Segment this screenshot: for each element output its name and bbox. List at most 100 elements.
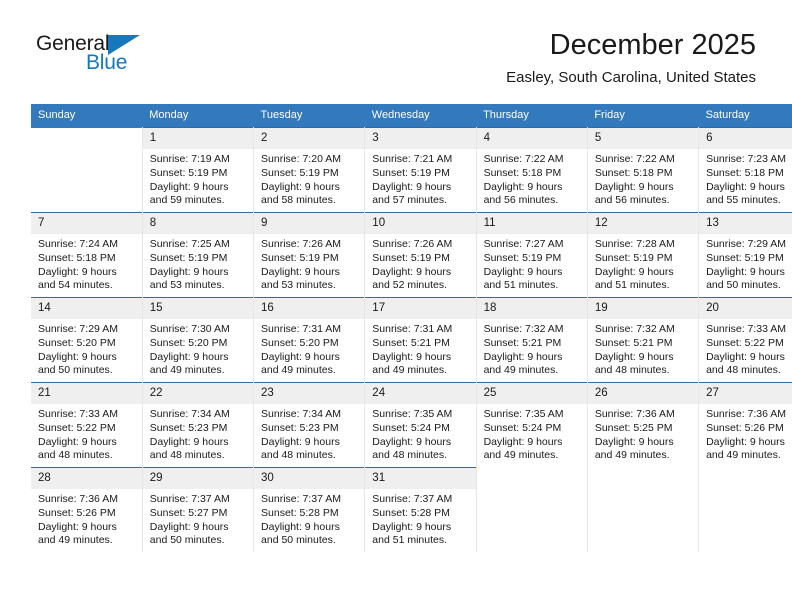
calendar-day-cell-empty <box>31 127 143 213</box>
day-daylight1-text: Daylight: 9 hours <box>38 520 117 533</box>
calendar-day-cell[interactable]: 7 Sunrise: 7:24 AM Sunset: 5:18 PM Daylight… <box>31 212 143 298</box>
day-details: Sunrise: 7:30 AM Sunset: 5:20 PM Daylight:… <box>143 319 253 378</box>
calendar-day-cell[interactable]: 8 Sunrise: 7:25 AM Sunset: 5:19 PM Daylight… <box>142 212 255 298</box>
day-daylight2-text: and 52 minutes. <box>372 279 448 292</box>
day-number: 31 <box>365 468 476 489</box>
day-daylight1-text: Daylight: 9 hours <box>149 265 229 278</box>
calendar-day-cell[interactable]: 26 Sunrise: 7:36 AM Sunset: 5:25 PM Dayligh… <box>587 382 700 468</box>
general-blue-logo[interactable]: General Blue <box>36 32 176 80</box>
calendar-day-cell[interactable]: 27 Sunrise: 7:36 AM Sunset: 5:26 PM Dayligh… <box>698 382 792 468</box>
day-sunset-text: Sunset: 5:18 PM <box>594 166 673 179</box>
day-number: 8 <box>142 213 254 234</box>
calendar-day-cell[interactable]: 6 Sunrise: 7:23 AM Sunset: 5:18 PM Daylight… <box>698 127 792 213</box>
day-daylight1-text: Daylight: 9 hours <box>261 265 340 278</box>
calendar-day-cell[interactable]: 5 Sunrise: 7:22 AM Sunset: 5:18 PM Daylight… <box>587 127 700 213</box>
day-daylight1-text: Daylight: 9 hours <box>706 180 785 193</box>
day-number: 22 <box>142 383 254 404</box>
day-sunrise-text: Sunrise: 7:34 AM <box>261 408 341 420</box>
weekday-header-tuesday: Tuesday <box>253 104 365 128</box>
day-number: 30 <box>254 468 365 489</box>
calendar-day-cell[interactable]: 19 Sunrise: 7:32 AM Sunset: 5:21 PM Dayligh… <box>587 297 700 383</box>
day-sunset-text: Sunset: 5:26 PM <box>706 421 784 434</box>
calendar-day-cell[interactable]: 14 Sunrise: 7:29 AM Sunset: 5:20 PM Dayligh… <box>31 297 143 383</box>
day-details: Sunrise: 7:33 AM Sunset: 5:22 PM Daylight:… <box>31 404 142 463</box>
day-sunset-text: Sunset: 5:28 PM <box>261 506 339 519</box>
day-sunrise-text: Sunrise: 7:30 AM <box>149 323 230 335</box>
calendar-day-cell[interactable]: 29 Sunrise: 7:37 AM Sunset: 5:27 PM Dayligh… <box>142 467 255 552</box>
calendar-day-cell[interactable]: 23 Sunrise: 7:34 AM Sunset: 5:23 PM Dayligh… <box>253 382 366 468</box>
day-sunrise-text: Sunrise: 7:22 AM <box>594 153 675 165</box>
day-daylight1-text: Daylight: 9 hours <box>261 435 340 448</box>
calendar-day-cell[interactable]: 2 Sunrise: 7:20 AM Sunset: 5:19 PM Daylight… <box>253 127 366 213</box>
calendar-day-cell[interactable]: 9 Sunrise: 7:26 AM Sunset: 5:19 PM Daylight… <box>253 212 366 298</box>
calendar-day-cell[interactable]: 4 Sunrise: 7:22 AM Sunset: 5:18 PM Daylight… <box>476 127 588 213</box>
day-number: 13 <box>699 213 792 234</box>
day-number: 19 <box>587 298 699 319</box>
calendar-day-cell[interactable]: 31 Sunrise: 7:37 AM Sunset: 5:28 PM Dayligh… <box>364 467 477 552</box>
page-title: December 2025 <box>549 29 756 61</box>
day-sunset-text: Sunset: 5:23 PM <box>261 421 339 434</box>
day-details: Sunrise: 7:37 AM Sunset: 5:27 PM Daylight:… <box>143 489 253 548</box>
calendar-day-cell[interactable]: 3 Sunrise: 7:21 AM Sunset: 5:19 PM Daylight… <box>364 127 477 213</box>
calendar-day-cell[interactable]: 25 Sunrise: 7:35 AM Sunset: 5:24 PM Dayligh… <box>476 382 588 468</box>
day-sunset-text: Sunset: 5:20 PM <box>261 336 339 349</box>
day-details: Sunrise: 7:35 AM Sunset: 5:24 PM Daylight:… <box>477 404 587 463</box>
calendar-day-cell[interactable]: 22 Sunrise: 7:34 AM Sunset: 5:23 PM Dayligh… <box>142 382 255 468</box>
calendar-day-cell[interactable]: 20 Sunrise: 7:33 AM Sunset: 5:22 PM Dayligh… <box>698 297 792 383</box>
day-daylight2-text: and 48 minutes. <box>594 364 670 377</box>
calendar-day-cell[interactable]: 30 Sunrise: 7:37 AM Sunset: 5:28 PM Dayligh… <box>253 467 366 552</box>
calendar-day-cell[interactable]: 12 Sunrise: 7:28 AM Sunset: 5:19 PM Dayligh… <box>587 212 700 298</box>
day-details: Sunrise: 7:36 AM Sunset: 5:25 PM Daylight:… <box>588 404 698 463</box>
day-details: Sunrise: 7:26 AM Sunset: 5:19 PM Daylight:… <box>365 234 475 293</box>
day-cell-content: 22 Sunrise: 7:34 AM Sunset: 5:23 PM Dayligh… <box>142 383 254 467</box>
day-sunset-text: Sunset: 5:19 PM <box>372 251 450 264</box>
day-sunset-text: Sunset: 5:18 PM <box>706 166 784 179</box>
day-daylight2-text: and 50 minutes. <box>261 534 336 547</box>
calendar-day-cell[interactable]: 28 Sunrise: 7:36 AM Sunset: 5:26 PM Dayligh… <box>31 467 143 552</box>
calendar-day-cell[interactable]: 18 Sunrise: 7:32 AM Sunset: 5:21 PM Dayligh… <box>476 297 588 383</box>
day-sunrise-text: Sunrise: 7:19 AM <box>149 153 230 165</box>
weekday-header-row: Sunday Monday Tuesday Wednesday Thursday… <box>31 104 792 128</box>
day-number: 26 <box>587 383 699 404</box>
day-sunset-text: Sunset: 5:24 PM <box>483 421 562 434</box>
day-number: 1 <box>142 128 254 149</box>
day-sunset-text: Sunset: 5:21 PM <box>372 336 450 349</box>
calendar-day-cell[interactable]: 11 Sunrise: 7:27 AM Sunset: 5:19 PM Dayligh… <box>476 212 588 298</box>
logo-text-blue: Blue <box>86 51 128 74</box>
day-daylight1-text: Daylight: 9 hours <box>149 350 229 363</box>
calendar-day-cell[interactable]: 17 Sunrise: 7:31 AM Sunset: 5:21 PM Dayligh… <box>364 297 477 383</box>
day-cell-content: 31 Sunrise: 7:37 AM Sunset: 5:28 PM Dayligh… <box>365 468 476 552</box>
day-sunset-text: Sunset: 5:18 PM <box>38 251 116 264</box>
day-details <box>31 134 142 138</box>
calendar-day-cell[interactable]: 16 Sunrise: 7:31 AM Sunset: 5:20 PM Dayligh… <box>253 297 366 383</box>
day-daylight1-text: Daylight: 9 hours <box>149 520 229 533</box>
calendar-day-cell[interactable]: 21 Sunrise: 7:33 AM Sunset: 5:22 PM Dayligh… <box>31 382 143 468</box>
calendar-day-cell[interactable]: 24 Sunrise: 7:35 AM Sunset: 5:24 PM Dayligh… <box>364 382 477 468</box>
day-sunrise-text: Sunrise: 7:31 AM <box>372 323 453 335</box>
day-daylight2-text: and 49 minutes. <box>483 364 559 377</box>
day-cell-content: 18 Sunrise: 7:32 AM Sunset: 5:21 PM Dayligh… <box>476 298 587 382</box>
day-daylight2-text: and 53 minutes. <box>149 279 225 292</box>
day-number: 29 <box>142 468 254 489</box>
calendar-day-cell[interactable]: 15 Sunrise: 7:30 AM Sunset: 5:20 PM Dayligh… <box>142 297 255 383</box>
calendar-day-cell[interactable]: 1 Sunrise: 7:19 AM Sunset: 5:19 PM Daylight… <box>142 127 255 213</box>
calendar-day-cell-empty <box>476 467 588 552</box>
day-details: Sunrise: 7:29 AM Sunset: 5:20 PM Daylight:… <box>31 319 142 378</box>
day-sunset-text: Sunset: 5:18 PM <box>483 166 562 179</box>
calendar-day-cell[interactable]: 10 Sunrise: 7:26 AM Sunset: 5:19 PM Dayligh… <box>364 212 477 298</box>
day-daylight2-text: and 57 minutes. <box>372 194 448 207</box>
day-daylight2-text: and 48 minutes. <box>261 449 336 462</box>
day-daylight1-text: Daylight: 9 hours <box>594 350 674 363</box>
day-daylight1-text: Daylight: 9 hours <box>38 265 117 278</box>
day-daylight1-text: Daylight: 9 hours <box>372 180 452 193</box>
calendar-day-cell[interactable]: 13 Sunrise: 7:29 AM Sunset: 5:19 PM Dayligh… <box>698 212 792 298</box>
day-daylight1-text: Daylight: 9 hours <box>38 435 117 448</box>
day-sunset-text: Sunset: 5:20 PM <box>38 336 116 349</box>
day-details: Sunrise: 7:35 AM Sunset: 5:24 PM Daylight:… <box>365 404 475 463</box>
day-daylight1-text: Daylight: 9 hours <box>149 180 229 193</box>
day-sunset-text: Sunset: 5:26 PM <box>38 506 116 519</box>
day-daylight1-text: Daylight: 9 hours <box>706 265 785 278</box>
day-cell-content: 25 Sunrise: 7:35 AM Sunset: 5:24 PM Dayligh… <box>476 383 587 468</box>
day-daylight2-text: and 54 minutes. <box>38 279 113 292</box>
page-header: General Blue December 2025 Easley, South… <box>0 0 792 100</box>
